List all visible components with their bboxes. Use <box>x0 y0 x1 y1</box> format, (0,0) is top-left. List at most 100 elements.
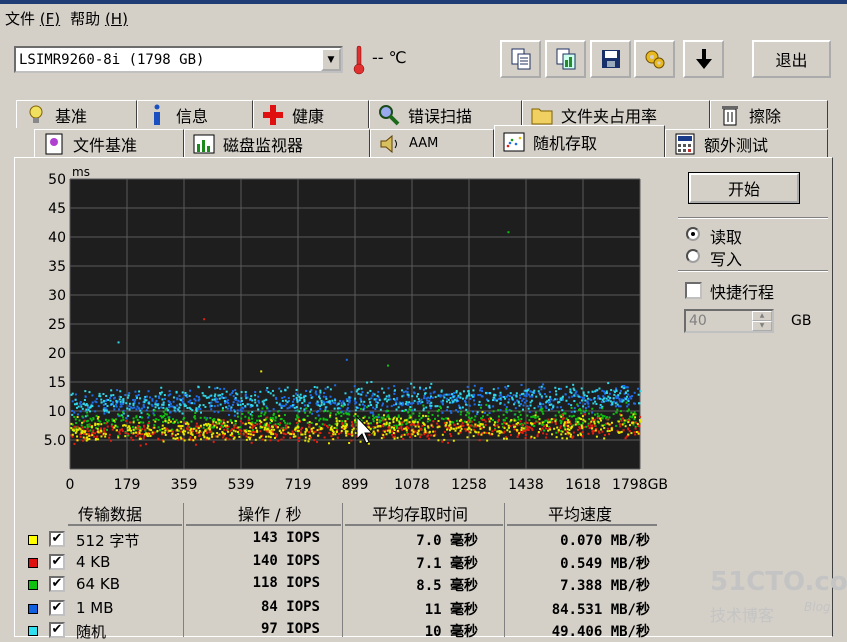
data-point <box>216 404 219 407</box>
data-point <box>144 395 147 398</box>
tab-error-scan[interactable]: 错误扫描 <box>369 100 522 128</box>
group-divider <box>678 217 828 219</box>
data-point <box>260 412 263 415</box>
data-point <box>584 399 587 402</box>
data-point <box>516 429 519 432</box>
series-checkbox[interactable]: ✔ <box>49 554 65 570</box>
data-point <box>329 414 332 417</box>
save-button[interactable] <box>590 40 631 78</box>
tab-erase[interactable]: 擦除 <box>710 100 828 128</box>
exit-button[interactable]: 退出 <box>752 40 831 78</box>
spin-down-icon[interactable]: ▼ <box>752 321 772 331</box>
data-point <box>266 407 269 410</box>
data-point <box>204 405 207 408</box>
tab-aam[interactable]: AAM <box>370 129 494 157</box>
read-radio-label[interactable]: 读取 <box>710 224 742 248</box>
quick-stroke-spinner[interactable]: 40 ▲ ▼ <box>684 309 774 333</box>
chevron-down-icon[interactable]: ▼ <box>321 48 341 71</box>
data-point <box>520 383 523 386</box>
download-button[interactable] <box>683 40 724 78</box>
data-point <box>171 418 174 421</box>
write-radio-label[interactable]: 写入 <box>710 246 742 270</box>
data-point <box>138 390 141 393</box>
data-point <box>346 430 349 433</box>
tab-folder-usage[interactable]: 文件夹占用率 <box>522 100 710 128</box>
menu-file[interactable]: 文件 (F) <box>0 8 65 29</box>
data-point <box>505 422 508 425</box>
write-radio[interactable] <box>686 249 700 263</box>
data-point <box>430 434 433 437</box>
tab-random-access[interactable]: 随机存取 <box>494 125 665 157</box>
data-point <box>75 406 78 409</box>
data-point <box>481 395 484 398</box>
tab-benchmark[interactable]: 基准 <box>16 100 137 128</box>
options-button[interactable] <box>634 40 675 78</box>
data-point <box>584 402 587 405</box>
data-point <box>127 433 130 436</box>
data-point <box>526 414 529 417</box>
data-point <box>422 409 425 412</box>
data-point <box>337 432 340 435</box>
data-point <box>369 422 372 425</box>
copy-text-button[interactable] <box>500 40 541 78</box>
data-point <box>620 414 623 417</box>
data-point <box>346 408 349 411</box>
tab-info[interactable]: 信息 <box>137 100 253 128</box>
x-tick-label: 1438 <box>508 477 544 493</box>
quick-stroke-checkbox[interactable] <box>685 282 702 299</box>
start-button[interactable]: 开始 <box>688 172 800 204</box>
data-point <box>73 442 76 445</box>
data-point <box>448 424 451 427</box>
data-point <box>164 429 167 432</box>
data-point <box>531 395 534 398</box>
series-color-swatch <box>28 626 38 636</box>
data-point <box>430 382 433 385</box>
data-point <box>634 427 637 430</box>
read-radio[interactable] <box>686 227 700 241</box>
series-checkbox[interactable]: ✔ <box>49 531 65 547</box>
tab-file-benchmark[interactable]: 文件基准 <box>34 129 184 157</box>
data-point <box>365 394 368 397</box>
data-point <box>409 416 412 419</box>
y-tick-label: 35 <box>48 259 66 275</box>
data-point <box>421 401 424 404</box>
data-point <box>542 412 545 415</box>
drive-select[interactable]: LSIMR9260-8i (1798 GB) ▼ <box>14 46 343 73</box>
data-point <box>336 424 339 427</box>
tab-disk-monitor[interactable]: 磁盘监视器 <box>184 129 370 157</box>
row-access: 7.1 毫秒 <box>416 556 478 572</box>
data-point <box>119 414 122 417</box>
data-point <box>336 411 339 414</box>
data-point <box>125 402 128 405</box>
data-point <box>350 439 353 442</box>
data-point <box>173 409 176 412</box>
data-point <box>479 387 482 390</box>
spin-up-icon[interactable]: ▲ <box>752 311 772 321</box>
data-point <box>547 418 550 421</box>
series-checkbox[interactable]: ✔ <box>49 622 65 638</box>
data-point <box>627 403 630 406</box>
y-tick-label: 20 <box>48 346 66 362</box>
data-point <box>164 408 167 411</box>
data-point <box>447 399 450 402</box>
tab-health[interactable]: 健康 <box>253 100 369 128</box>
data-point <box>234 396 237 399</box>
quick-stroke-label[interactable]: 快捷行程 <box>710 279 774 303</box>
series-checkbox[interactable]: ✔ <box>49 600 65 616</box>
data-point <box>493 423 496 426</box>
data-point <box>525 399 528 402</box>
data-point <box>600 400 603 403</box>
data-point <box>549 398 552 401</box>
spinner-buttons[interactable]: ▲ ▼ <box>752 311 772 331</box>
data-point <box>292 398 295 401</box>
tab-extra-tests[interactable]: 额外测试 <box>665 129 828 157</box>
data-point <box>84 390 87 393</box>
data-point <box>324 406 327 409</box>
data-point <box>533 436 536 439</box>
data-point <box>92 429 95 432</box>
copy-screenshot-button[interactable] <box>545 40 586 78</box>
data-point <box>189 399 192 402</box>
series-checkbox[interactable]: ✔ <box>49 576 65 592</box>
menu-help[interactable]: 帮助 (H) <box>65 8 133 29</box>
data-point <box>176 404 179 407</box>
